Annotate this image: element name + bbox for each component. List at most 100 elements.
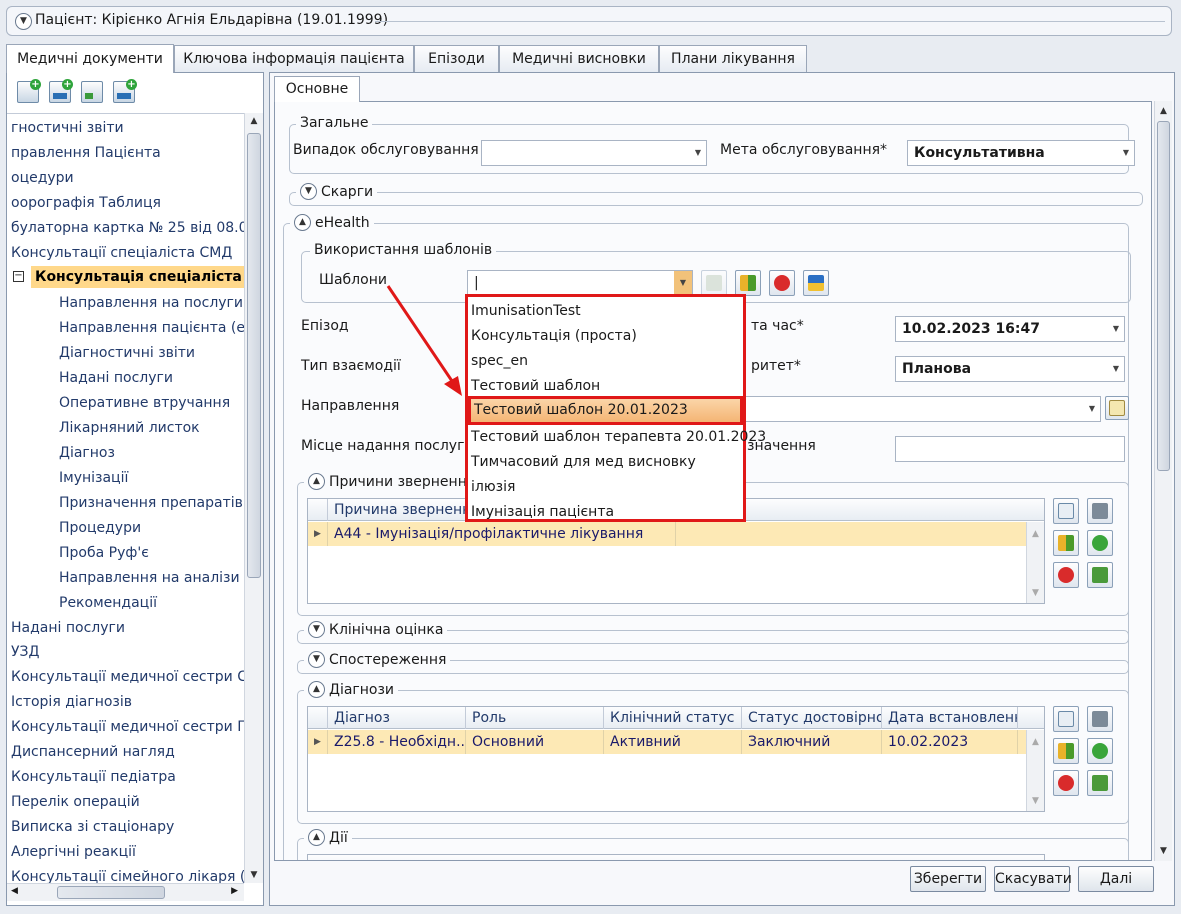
tree-item[interactable]: оцедури — [11, 167, 74, 189]
diagnoses-legend[interactable]: ▲ Діагнози — [304, 681, 399, 698]
scroll-right-icon[interactable]: ▶ — [231, 886, 238, 896]
form-scroll-thumb[interactable] — [1157, 121, 1170, 471]
scroll-left-icon[interactable]: ◀ — [11, 886, 18, 896]
tree-item[interactable]: Рекомендації — [59, 592, 157, 614]
tree-horizontal-scrollbar[interactable]: ◀ ▶ — [7, 883, 244, 901]
tab-treatment-plans[interactable]: Плани лікування — [659, 45, 807, 72]
scroll-thumb[interactable] — [247, 133, 261, 578]
dropdown-item[interactable]: spec_en — [471, 349, 528, 374]
tree-item[interactable]: Консультації сімейного лікаря (eH — [11, 866, 244, 883]
delete-icon[interactable] — [1053, 562, 1079, 588]
col-clinical-status[interactable]: Клінічний статус — [604, 707, 742, 729]
tree-item[interactable]: Направлення пацієнта (eHe — [59, 317, 244, 339]
tree-item[interactable]: Діагноз — [59, 442, 115, 464]
tree-item[interactable]: Надані послуги — [59, 367, 173, 389]
tree-item[interactable]: Консультації педіатра — [11, 766, 176, 788]
chevron-down-icon[interactable]: ▼ — [15, 13, 32, 30]
book-icon[interactable] — [1053, 738, 1079, 764]
tree-item[interactable]: оорографія Таблиця — [11, 192, 161, 214]
hscroll-thumb[interactable] — [57, 886, 165, 899]
diagnoses-scrollbar[interactable]: ▲ ▼ — [1026, 730, 1044, 811]
collapse-icon[interactable]: − — [13, 271, 24, 282]
clinical-legend[interactable]: ▼ Клінічна оцінка — [304, 621, 448, 638]
priority-combo[interactable]: Планова ▼ — [895, 356, 1125, 382]
dropdown-item[interactable]: ілюзія — [471, 475, 515, 500]
save-button[interactable]: Зберегти — [910, 866, 986, 892]
reasons-scrollbar[interactable]: ▲ ▼ — [1026, 522, 1044, 603]
table-icon[interactable] — [1087, 770, 1113, 796]
book-icon[interactable] — [1053, 530, 1079, 556]
delete-template-icon[interactable] — [769, 270, 795, 296]
chevron-up-icon[interactable]: ▲ — [308, 681, 325, 698]
tree-item[interactable]: Проба Руф'є — [59, 542, 149, 564]
templates-combo[interactable]: | ▼ — [467, 270, 693, 296]
tree-item[interactable]: правлення Пацієнта — [11, 142, 161, 164]
referral-combo[interactable]: ▼ — [745, 396, 1101, 422]
table-icon[interactable] — [1087, 562, 1113, 588]
reason-cell[interactable]: A44 - Імунізація/профілактичне лікування — [328, 522, 676, 546]
dropdown-item[interactable]: Тестовий шаблон терапевта 20.01.2023 — [471, 425, 766, 450]
scroll-down-icon[interactable]: ▼ — [245, 867, 263, 883]
tree-item[interactable]: Алергічні реакції — [11, 841, 136, 863]
tab-medical-conclusions[interactable]: Медичні висновки — [499, 45, 659, 72]
dropdown-item[interactable]: ImunisationTest — [471, 299, 581, 324]
delete-icon[interactable] — [1053, 770, 1079, 796]
chevron-down-icon[interactable]: ▼ — [308, 621, 325, 638]
add-reason-icon[interactable] — [1053, 498, 1079, 524]
chevron-down-icon[interactable]: ▼ — [300, 183, 317, 200]
col-date[interactable]: Дата встановлення — [882, 707, 1018, 729]
verification-cell[interactable]: Заключний — [742, 730, 882, 754]
tree-item[interactable]: Консультації медичної сестри ПМ — [11, 716, 244, 738]
scroll-up-icon[interactable]: ▲ — [1155, 103, 1172, 119]
tree-item[interactable]: Диспансерний нагляд — [11, 741, 175, 763]
add-diagnosis-icon[interactable] — [1053, 706, 1079, 732]
templates-dropdown-list[interactable]: ImunisationTest Консультація (проста) sp… — [465, 294, 766, 525]
observations-legend[interactable]: ▼ Спостереження — [304, 651, 451, 668]
tree-item[interactable]: Історія діагнозів — [11, 691, 132, 713]
dropdown-item[interactable]: Тимчасовий для мед висновку — [471, 450, 696, 475]
tab-main[interactable]: Основне — [274, 76, 360, 102]
complaints-legend[interactable]: ▼ Скарги — [296, 183, 378, 200]
actions-legend[interactable]: ▲ Дії — [304, 829, 352, 846]
table-row[interactable]: ▶ A44 - Імунізація/профілактичне лікуван… — [308, 522, 1026, 546]
tree-item[interactable]: Лікарняний листок — [59, 417, 200, 439]
apply-template-icon[interactable] — [701, 270, 727, 296]
tab-key-info[interactable]: Ключова інформація пацієнта — [174, 45, 414, 72]
add-record-icon[interactable]: + — [49, 79, 73, 103]
goal-combo[interactable]: Консультативна ▼ — [907, 140, 1135, 166]
tree-item[interactable]: Перелік операцій — [11, 791, 140, 813]
case-combo[interactable]: ▼ — [481, 140, 707, 166]
role-cell[interactable]: Основний — [466, 730, 604, 754]
ehealth-legend[interactable]: ▲ eHealth — [290, 214, 374, 231]
link-icon[interactable] — [1087, 530, 1113, 556]
dropdown-item[interactable]: Імунізація пацієнта — [471, 500, 614, 525]
scroll-down-icon[interactable]: ▼ — [1027, 793, 1044, 809]
col-verification-status[interactable]: Статус достовірнос — [742, 707, 882, 729]
tree-item[interactable]: Виписка зі стаціонару — [11, 816, 174, 838]
tree-item[interactable]: Консультації спеціаліста СМД — [11, 242, 232, 264]
dropdown-item-highlighted[interactable]: Тестовий шаблон 20.01.2023 — [468, 396, 743, 425]
scroll-up-icon[interactable]: ▲ — [245, 113, 263, 129]
chevron-down-icon[interactable]: ▼ — [308, 651, 325, 668]
tree-item[interactable]: Направлення на послуги — [59, 292, 243, 314]
tree-item[interactable]: Призначення препаратів — [59, 492, 243, 514]
dropdown-item[interactable]: Консультація (проста) — [471, 324, 637, 349]
diagnosis-cell[interactable]: Z25.8 - Необхідн... — [328, 730, 466, 754]
tree-item[interactable]: Оперативне втручання — [59, 392, 230, 414]
purpose-input[interactable] — [895, 436, 1125, 462]
copy-document-icon[interactable] — [81, 81, 103, 103]
scroll-down-icon[interactable]: ▼ — [1155, 843, 1172, 859]
tree-item[interactable]: Діагностичні звіти — [59, 342, 195, 364]
form-scrollbar[interactable]: ▲ ▼ — [1154, 101, 1172, 861]
tree-vertical-scrollbar[interactable]: ▲ ▼ — [244, 113, 263, 883]
clinical-status-cell[interactable]: Активний — [604, 730, 742, 754]
table-row[interactable]: ▶ Z25.8 - Необхідн... Основний Активний … — [308, 730, 1026, 754]
tree-item[interactable]: Імунізації — [59, 467, 128, 489]
next-button[interactable]: Далі — [1078, 866, 1154, 892]
template-book-icon[interactable] — [735, 270, 761, 296]
tools-icon[interactable] — [1087, 498, 1113, 524]
scroll-up-icon[interactable]: ▲ — [1027, 734, 1044, 750]
datetime-combo[interactable]: 10.02.2023 16:47 ▼ — [895, 316, 1125, 342]
add-item-icon[interactable]: + — [113, 79, 137, 103]
reasons-legend[interactable]: ▲ Причини звернення — [304, 473, 480, 490]
